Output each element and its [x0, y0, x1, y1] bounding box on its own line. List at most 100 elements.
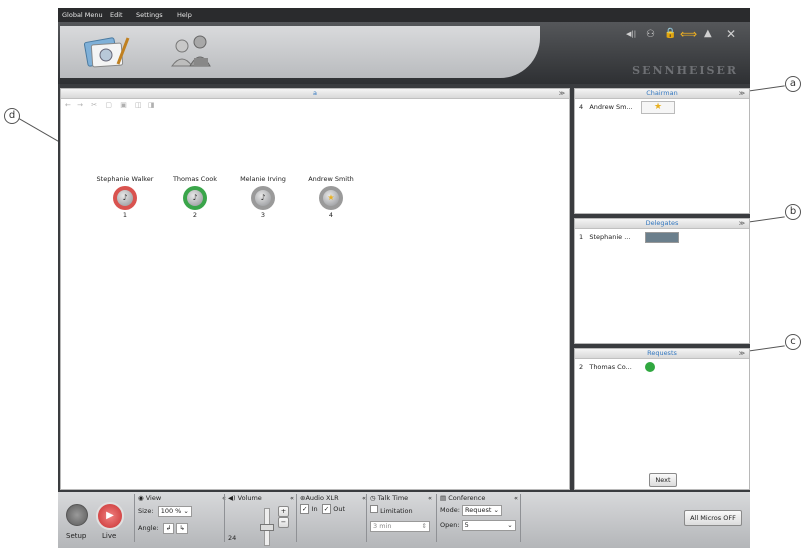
header-mode-area: [60, 26, 540, 78]
callout-a: a: [785, 76, 801, 92]
open-label: Open:: [440, 521, 460, 529]
menu-settings[interactable]: Settings: [136, 11, 163, 19]
request-status-dot: [645, 362, 655, 372]
angle-label: Angle:: [138, 524, 159, 532]
out-checkbox[interactable]: ✓: [321, 504, 332, 514]
redo-icon[interactable]: →: [77, 101, 83, 109]
arrange-back-icon[interactable]: ◫: [135, 101, 142, 109]
audio-group: ⊛Audio XLR « ✓ In ✓ Out: [300, 494, 366, 514]
microphone-icon: ★: [323, 190, 339, 206]
callout-b-leader: [745, 216, 785, 223]
seat-name: Melanie Irving: [240, 175, 286, 183]
menu-global[interactable]: Global Menu: [62, 11, 103, 19]
requests-titlebar: Requests ≫: [575, 349, 749, 359]
seat-number: 2: [579, 363, 584, 371]
volume-title: ◀) Volume «: [228, 494, 294, 502]
callout-c: c: [785, 334, 801, 350]
audio-title: ⊛Audio XLR «: [300, 494, 366, 502]
warning-icon[interactable]: ▲: [704, 28, 712, 39]
undo-icon[interactable]: ←: [65, 101, 71, 109]
microphone-button[interactable]: ♪: [113, 186, 137, 210]
live-label: Live: [102, 532, 117, 540]
copy-icon[interactable]: ▢: [105, 101, 112, 109]
next-button[interactable]: Next: [649, 473, 677, 487]
divider: [134, 494, 135, 542]
chairman-star-badge: ★: [641, 101, 675, 114]
limitation-label: Limitation: [380, 507, 413, 515]
delegates-title: Delegates: [645, 219, 679, 227]
in-checkbox[interactable]: ✓: [300, 504, 310, 514]
menu-help[interactable]: Help: [177, 11, 192, 19]
volume-up-button[interactable]: +: [278, 506, 289, 517]
in-label: In: [311, 505, 318, 513]
arrange-front-icon[interactable]: ◨: [148, 101, 155, 109]
participant-name: Stephanie ...: [589, 233, 631, 241]
angle-left-button[interactable]: ↲: [162, 523, 175, 534]
connection-arrows-icon[interactable]: ⟺: [680, 27, 697, 41]
microphone-button[interactable]: ♪: [251, 186, 275, 210]
callout-a-leader: [745, 85, 785, 92]
microphone-button[interactable]: ★: [319, 186, 343, 210]
microphone-icon: ♪: [187, 190, 203, 206]
requests-title: Requests: [647, 349, 677, 357]
delegates-titlebar: Delegates ≫: [575, 219, 749, 229]
size-select[interactable]: 100 % ⌄: [157, 506, 192, 517]
conference-group: ▤ Conference « Mode: Request ⌄ Open: 5 ⌄: [440, 494, 518, 531]
list-item[interactable]: 1 Stephanie ...: [579, 233, 630, 241]
limitation-checkbox[interactable]: [370, 505, 378, 513]
divider: [296, 494, 297, 542]
setup-button[interactable]: [66, 504, 88, 526]
participant-name: Thomas Co...: [589, 363, 632, 371]
delegates-panel: Delegates ≫ 1 Stephanie ...: [574, 218, 750, 344]
collapse-icon[interactable]: ≫: [559, 89, 565, 98]
seat-4[interactable]: Andrew Smith ★ 4: [301, 175, 361, 219]
volume-slider-handle[interactable]: [260, 524, 274, 531]
live-button[interactable]: ▶: [96, 502, 124, 530]
divider: [366, 494, 367, 542]
seat-3[interactable]: Melanie Irving ♪ 3: [233, 175, 293, 219]
seat-1[interactable]: Stephanie Walker ♪ 1: [95, 175, 155, 219]
menu-bar: Global Menu Edit Settings Help: [58, 8, 750, 22]
open-select[interactable]: 5 ⌄: [461, 520, 516, 531]
seat-number: 4: [328, 211, 334, 219]
volume-down-button[interactable]: −: [278, 517, 289, 528]
app-header: ◀|| ⚇ 🔒 ⟺ ▲ ✕ SENNHEISER: [58, 22, 750, 84]
menu-edit[interactable]: Edit: [110, 11, 123, 19]
divider: [436, 494, 437, 542]
lock-icon[interactable]: 🔒: [664, 28, 676, 39]
seat-name: Stephanie Walker: [96, 175, 154, 183]
control-bar: Setup ▶ Live ◉ View« Size: 100 % ⌄ Angle…: [58, 492, 750, 548]
callout-d: d: [4, 108, 20, 124]
view-group: ◉ View« Size: 100 % ⌄ Angle: ↲ ↳: [138, 494, 226, 534]
requests-panel: Requests ≫ 2 Thomas Co... Next: [574, 348, 750, 490]
collapse-icon[interactable]: ≫: [739, 349, 745, 358]
size-label: Size:: [138, 507, 154, 515]
seating-toolbar: ← → ✂ ▢ ▣ ◫ ◨: [65, 101, 155, 109]
conference-icon: ▤: [440, 494, 447, 502]
setup-mode-icon[interactable]: [82, 32, 132, 70]
list-item[interactable]: 2 Thomas Co...: [579, 363, 632, 371]
seating-panel: a ≫ ← → ✂ ▢ ▣ ◫ ◨ Stephanie Walker ♪ 1 Thom…: [60, 88, 570, 490]
header-status-area: ◀|| ⚇ 🔒 ⟺ ▲ ✕ SENNHEISER: [538, 26, 748, 78]
setup-label: Setup: [66, 532, 87, 540]
paste-icon[interactable]: ▣: [120, 101, 127, 109]
chairman-panel: Chairman ≫ 4 Andrew Sm... ★: [574, 88, 750, 214]
cut-icon[interactable]: ✂: [91, 101, 97, 109]
seating-panel-titlebar: a ≫: [61, 89, 569, 99]
seating-panel-title: a: [313, 89, 317, 97]
all-micros-off-button[interactable]: All Micros OFF: [684, 510, 742, 526]
live-mode-icon[interactable]: [168, 32, 218, 70]
microphone-icon: ♪: [255, 190, 271, 206]
collapse-icon[interactable]: ≫: [739, 219, 745, 228]
time-spinner[interactable]: 3 min ⇕: [370, 521, 430, 532]
close-icon[interactable]: ✕: [726, 27, 736, 41]
mode-select[interactable]: Request ⌄: [461, 505, 502, 516]
seat-2[interactable]: Thomas Cook ♪ 2: [165, 175, 225, 219]
brand-logo: SENNHEISER: [632, 64, 738, 77]
list-item[interactable]: 4 Andrew Sm...: [579, 103, 633, 111]
microphone-button[interactable]: ♪: [183, 186, 207, 210]
collapse-icon[interactable]: ≫: [739, 89, 745, 98]
conference-title: ▤ Conference «: [440, 494, 518, 502]
angle-right-button[interactable]: ↳: [176, 523, 188, 534]
mode-label: Mode:: [440, 506, 460, 514]
